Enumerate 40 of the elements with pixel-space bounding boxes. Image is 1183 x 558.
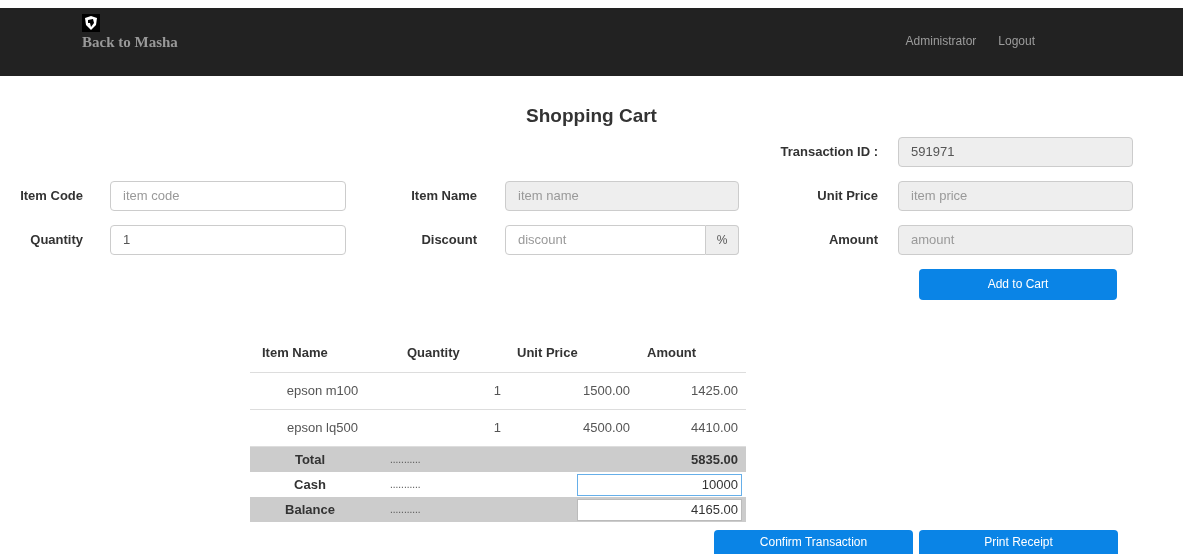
page-title: Shopping Cart xyxy=(526,104,657,128)
shield-logo-icon xyxy=(82,14,100,32)
field-label: Amount xyxy=(827,230,879,249)
dotted-leader: ........... xyxy=(390,453,421,467)
table-cell-text: 1500.00 xyxy=(583,382,631,401)
table-cell-text: 1 xyxy=(493,382,502,401)
summary-label: Balance xyxy=(284,500,336,519)
action-button[interactable]: Print Receipt xyxy=(919,530,1118,554)
dotted-leader: ........... xyxy=(390,503,421,517)
table-cell-text: 4410.00 xyxy=(691,419,739,438)
action-button[interactable]: Confirm Transaction xyxy=(714,530,913,554)
column-header: Unit Price xyxy=(516,343,579,362)
summary-label: Total xyxy=(293,450,327,469)
summary-label: Cash xyxy=(293,475,327,494)
column-header: Item Name xyxy=(261,343,329,362)
table-cell-text: epson lq500 xyxy=(286,419,359,438)
nav-link[interactable]: Administrator xyxy=(905,32,977,50)
input-field[interactable]: item code xyxy=(110,180,346,211)
percent-addon: % xyxy=(706,224,739,255)
column-header: Quantity xyxy=(406,343,461,362)
amount-input[interactable]: 4165.00 xyxy=(577,498,742,521)
table-cell-text: 1425.00 xyxy=(691,382,739,401)
table-cell-text: 1 xyxy=(493,419,502,438)
field-label: Transaction ID : xyxy=(779,142,879,161)
input-field[interactable]: discount xyxy=(505,224,706,255)
column-header: Amount xyxy=(646,343,698,362)
table-cell-text: 4500.00 xyxy=(583,419,631,438)
amount-input[interactable]: 10000 xyxy=(577,473,742,496)
field-label: Unit Price xyxy=(816,186,879,205)
field-label: Discount xyxy=(420,230,478,249)
table-cell-text: epson m100 xyxy=(285,382,360,401)
brand-link[interactable]: Back to Masha xyxy=(82,32,178,52)
field-label: Quantity xyxy=(29,230,84,249)
field-label: Item Code xyxy=(19,186,84,205)
add-to-cart-button[interactable]: Add to Cart xyxy=(919,268,1117,300)
total-value: 5835.00 xyxy=(691,450,739,469)
dotted-leader: ........... xyxy=(390,478,421,492)
nav-link[interactable]: Logout xyxy=(998,32,1035,50)
input-field[interactable]: 1 xyxy=(110,224,346,255)
field-label: Item Name xyxy=(410,186,478,205)
